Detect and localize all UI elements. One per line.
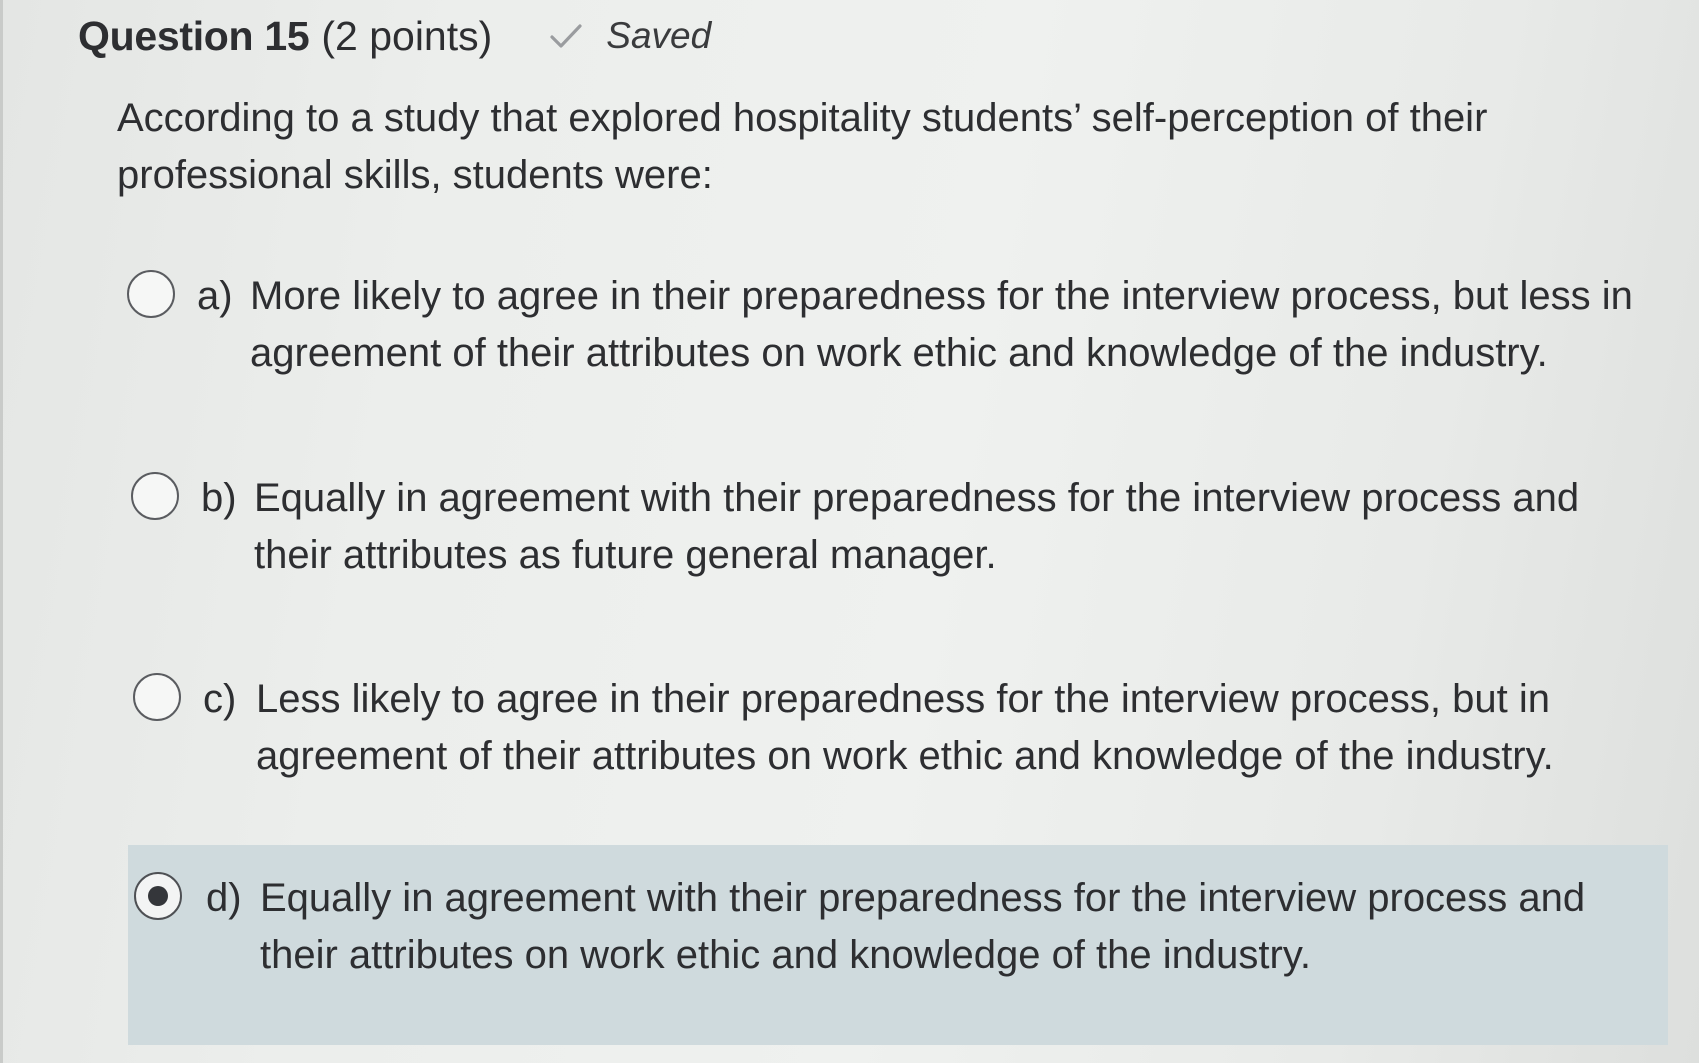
question-points: (2 points) (321, 12, 493, 59)
question-header: Question 15 (2 points) Saved (78, 8, 711, 64)
radio-button-b[interactable] (131, 472, 179, 520)
option-letter-c: c) (203, 677, 237, 721)
option-text-a[interactable]: More likely to agree in their preparedne… (250, 268, 1660, 382)
option-text-d[interactable]: Equally in agreement with their prepared… (260, 870, 1670, 984)
question-text: According to a study that explored hospi… (117, 96, 1488, 197)
option-letter-d: d) (206, 876, 242, 920)
saved-status: Saved (548, 15, 711, 57)
check-icon (550, 24, 582, 48)
option-letter-b: b) (201, 476, 237, 520)
saved-label: Saved (606, 15, 712, 56)
radio-button-a[interactable] (127, 270, 175, 318)
radio-button-d-selected[interactable] (134, 872, 182, 920)
option-letter-a: a) (197, 274, 233, 318)
radio-button-c[interactable] (133, 673, 181, 721)
question-title: Question 15 (78, 12, 310, 59)
option-text-c[interactable]: Less likely to agree in their preparedne… (256, 671, 1666, 785)
option-text-b[interactable]: Equally in agreement with their prepared… (254, 470, 1664, 584)
screen-edge (0, 0, 3, 1063)
